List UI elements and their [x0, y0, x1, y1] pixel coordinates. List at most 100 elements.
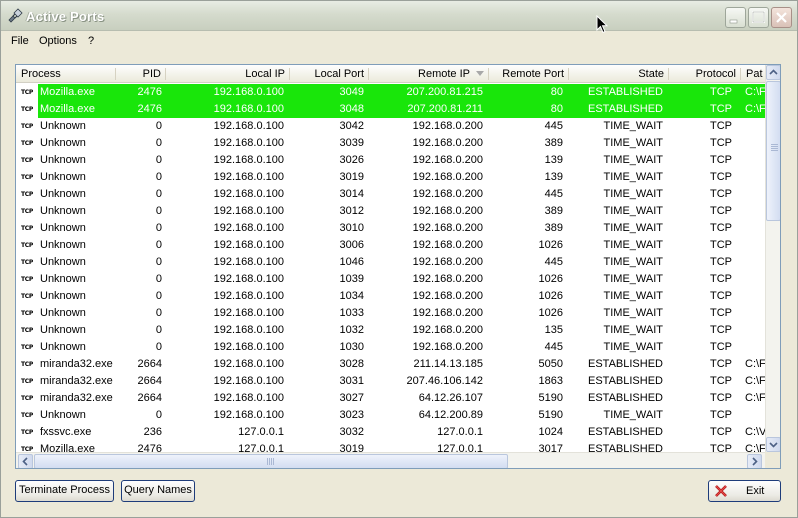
column-header-state[interactable]: State — [569, 65, 669, 83]
cell-state: TIME_WAIT — [603, 290, 663, 302]
cell-pid: 0 — [155, 154, 162, 166]
table-row[interactable]: TCP Unknown 0 192.168.0.100 1039 192.168.0.20… — [16, 271, 766, 288]
menu-help[interactable]: ? — [88, 35, 94, 47]
column-header-remote-port[interactable]: Remote Port — [489, 65, 569, 83]
table-row[interactable]: TCP miranda32.exe 2664 192.168.0.100 3031 207… — [16, 373, 766, 390]
query-names-button[interactable]: Query Names — [121, 480, 195, 502]
cell-state: TIME_WAIT — [603, 154, 663, 166]
vertical-scrollbar[interactable] — [765, 65, 780, 452]
table-row[interactable]: TCP Unknown 0 192.168.0.100 3014 192.168.0.20… — [16, 186, 766, 203]
scroll-right-button[interactable] — [747, 454, 762, 468]
table-row[interactable]: TCP Unknown 0 192.168.0.100 1030 192.168.0.20… — [16, 339, 766, 356]
column-header-path[interactable]: Pat — [741, 65, 766, 83]
table-row[interactable]: TCP Mozilla.exe 2476 192.168.0.100 3049 207.2… — [16, 84, 766, 101]
cell-protocol: TCP — [710, 324, 732, 336]
cell-path — [745, 322, 766, 339]
cell-pid: 0 — [155, 324, 162, 336]
cell-remote-port: 445 — [544, 341, 563, 353]
cell-protocol: TCP — [710, 443, 732, 452]
ports-list-view[interactable]: Process PID Local IP Local Port Remote I… — [15, 64, 781, 469]
cell-path: C:\F — [745, 86, 766, 98]
cell-state: TIME_WAIT — [603, 171, 663, 183]
cell-local-ip: 192.168.0.100 — [213, 86, 284, 98]
table-row[interactable]: TCP Mozilla.exe 2476 192.168.0.100 3048 207.2… — [16, 101, 766, 118]
table-row[interactable]: TCP miranda32.exe 2664 192.168.0.100 3028 211… — [16, 356, 766, 373]
menu-options[interactable]: Options — [39, 35, 77, 47]
cell-process: Unknown — [40, 137, 86, 149]
cell-pid: 0 — [155, 307, 162, 319]
tcp-protocol-icon: TCP — [21, 140, 33, 147]
cell-pid: 0 — [155, 256, 162, 268]
terminate-process-button[interactable]: Terminate Process — [15, 480, 114, 502]
maximize-icon — [752, 11, 765, 23]
cell-pid: 236 — [143, 426, 162, 438]
table-row[interactable]: TCP Unknown 0 192.168.0.100 3006 192.168.0.20… — [16, 237, 766, 254]
tcp-protocol-icon: TCP — [21, 395, 33, 402]
table-row[interactable]: TCP Unknown 0 192.168.0.100 3010 192.168.0.20… — [16, 220, 766, 237]
scroll-up-button[interactable] — [766, 65, 780, 80]
cell-process: Mozilla.exe — [40, 86, 96, 98]
column-header-pid[interactable]: PID — [116, 65, 166, 83]
cell-path — [745, 220, 766, 237]
table-row[interactable]: TCP Unknown 0 192.168.0.100 3012 192.168.0.20… — [16, 203, 766, 220]
cell-path — [745, 271, 766, 288]
title-bar[interactable]: Active Ports — [1, 1, 797, 31]
tcp-protocol-icon: TCP — [21, 276, 33, 283]
cell-process: Unknown — [40, 307, 86, 319]
minimize-button[interactable] — [725, 7, 746, 28]
cell-local-port: 3019 — [339, 443, 364, 452]
cell-pid: 0 — [155, 120, 162, 132]
table-row[interactable]: TCP Unknown 0 192.168.0.100 3026 192.168.0.20… — [16, 152, 766, 169]
tcp-protocol-icon: TCP — [21, 293, 33, 300]
table-row[interactable]: TCP Unknown 0 192.168.0.100 1032 192.168.0.20… — [16, 322, 766, 339]
table-row[interactable]: TCP Unknown 0 192.168.0.100 1034 192.168.0.20… — [16, 288, 766, 305]
scroll-down-button[interactable] — [766, 437, 780, 452]
cell-local-ip: 192.168.0.100 — [213, 222, 284, 234]
active-ports-window: Active Ports File Options ? Process PID … — [0, 0, 798, 518]
column-header-local-ip[interactable]: Local IP — [166, 65, 290, 83]
cell-process: Mozilla.exe — [40, 443, 96, 452]
scroll-corner — [765, 452, 780, 468]
cell-local-port: 1033 — [339, 307, 364, 319]
cell-path: C:\F — [745, 392, 766, 404]
cell-path: C:\F — [745, 358, 766, 370]
horizontal-scrollbar[interactable] — [16, 452, 780, 468]
table-row[interactable]: TCP Unknown 0 192.168.0.100 3042 192.168.0.20… — [16, 118, 766, 135]
table-row[interactable]: TCP Unknown 0 192.168.0.100 3023 64.12.200.89… — [16, 407, 766, 424]
scroll-left-button[interactable] — [18, 454, 33, 468]
cell-process: miranda32.exe — [40, 358, 113, 370]
table-row[interactable]: TCP Unknown 0 192.168.0.100 1046 192.168.0.20… — [16, 254, 766, 271]
arrow-right-icon — [752, 457, 758, 466]
vertical-scroll-thumb[interactable] — [766, 81, 780, 221]
table-row[interactable]: TCP miranda32.exe 2664 192.168.0.100 3027 64.… — [16, 390, 766, 407]
cell-remote-ip: 192.168.0.200 — [412, 188, 483, 200]
close-button[interactable] — [771, 7, 792, 28]
exit-button[interactable]: Exit — [708, 480, 781, 502]
column-header-protocol[interactable]: Protocol — [669, 65, 741, 83]
cell-protocol: TCP — [710, 120, 732, 132]
menu-file[interactable]: File — [11, 35, 29, 47]
cell-remote-port: 389 — [544, 205, 563, 217]
cell-remote-port: 1026 — [538, 273, 563, 285]
table-row[interactable]: TCP Mozilla.exe 2476 127.0.0.1 3019 127.0.0.1… — [16, 441, 766, 452]
cell-remote-ip: 127.0.0.1 — [437, 426, 483, 438]
table-row[interactable]: TCP Unknown 0 192.168.0.100 3019 192.168.0.20… — [16, 169, 766, 186]
cell-path: C:\F — [745, 103, 766, 115]
cell-process: Unknown — [40, 324, 86, 336]
column-header-remote-ip[interactable]: Remote IP — [369, 65, 489, 83]
table-row[interactable]: TCP Unknown 0 192.168.0.100 3039 192.168.0.20… — [16, 135, 766, 152]
horizontal-scroll-thumb[interactable] — [34, 454, 508, 468]
cell-state: ESTABLISHED — [588, 443, 663, 452]
cell-remote-ip: 192.168.0.200 — [412, 171, 483, 183]
window-title: Active Ports — [26, 9, 105, 24]
table-row[interactable]: TCP Unknown 0 192.168.0.100 1033 192.168.0.20… — [16, 305, 766, 322]
column-header-local-port[interactable]: Local Port — [290, 65, 369, 83]
table-row[interactable]: TCP fxssvc.exe 236 127.0.0.1 3032 127.0.0.1 10… — [16, 424, 766, 441]
cell-remote-ip: 211.14.13.185 — [413, 358, 483, 370]
cell-protocol: TCP — [710, 188, 732, 200]
maximize-button[interactable] — [748, 7, 769, 28]
cell-pid: 2476 — [137, 103, 162, 115]
column-header-process[interactable]: Process — [16, 65, 116, 83]
cell-process: Unknown — [40, 273, 86, 285]
cell-local-ip: 192.168.0.100 — [213, 341, 284, 353]
